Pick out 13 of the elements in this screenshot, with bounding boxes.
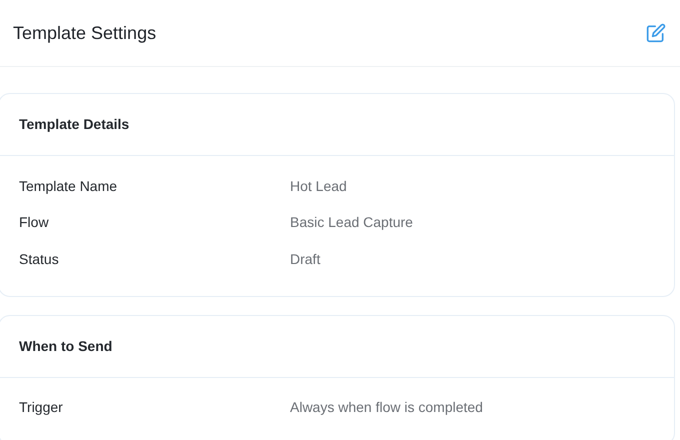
field-value: Always when flow is completed — [290, 398, 483, 418]
field-value: Basic Lead Capture — [290, 213, 413, 232]
field-label: Status — [19, 250, 60, 269]
section-title: Template Details — [19, 115, 130, 134]
field-label: Flow — [19, 213, 50, 232]
section-title: When to Send — [19, 336, 112, 356]
field-label: Trigger — [19, 398, 64, 418]
field-label: Template Name — [19, 176, 118, 196]
field-value: Hot Lead — [290, 176, 347, 196]
edit-icon — [646, 23, 666, 43]
edit-button[interactable] — [644, 21, 668, 45]
field-value: Draft — [290, 250, 320, 269]
page-title: Template Settings — [13, 22, 156, 45]
